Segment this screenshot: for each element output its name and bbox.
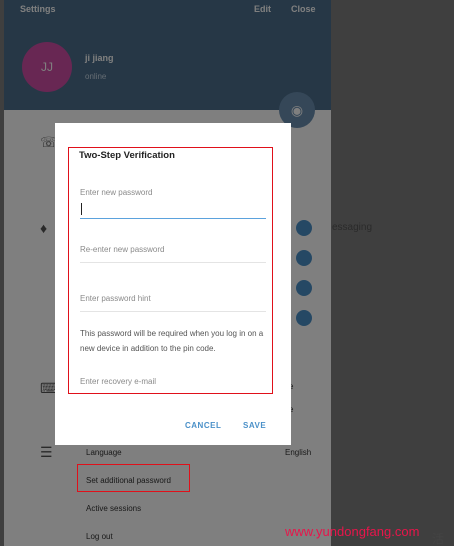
field-underline	[80, 262, 266, 263]
field-underline	[80, 311, 266, 312]
dialog-title: Two-Step Verification	[79, 150, 175, 161]
new-password-underline	[80, 218, 266, 219]
watermark-text: www.yundongfang.com	[285, 524, 420, 539]
text-caret	[81, 203, 82, 215]
highlight-box	[68, 147, 273, 394]
two-step-verification-dialog: Two-Step Verification Enter new password…	[55, 123, 291, 445]
corner-text: 活动	[432, 532, 445, 546]
password-info-text: This password will be required when you …	[80, 329, 264, 353]
save-button[interactable]: SAVE	[243, 421, 266, 430]
reenter-password-field[interactable]: Re-enter new password	[80, 245, 164, 254]
highlight-box	[77, 464, 190, 492]
password-hint-field[interactable]: Enter password hint	[80, 294, 151, 303]
cancel-button[interactable]: CANCEL	[185, 421, 221, 430]
recovery-email-field[interactable]: Enter recovery e-mail	[80, 377, 156, 386]
new-password-field[interactable]: Enter new password	[80, 188, 152, 197]
